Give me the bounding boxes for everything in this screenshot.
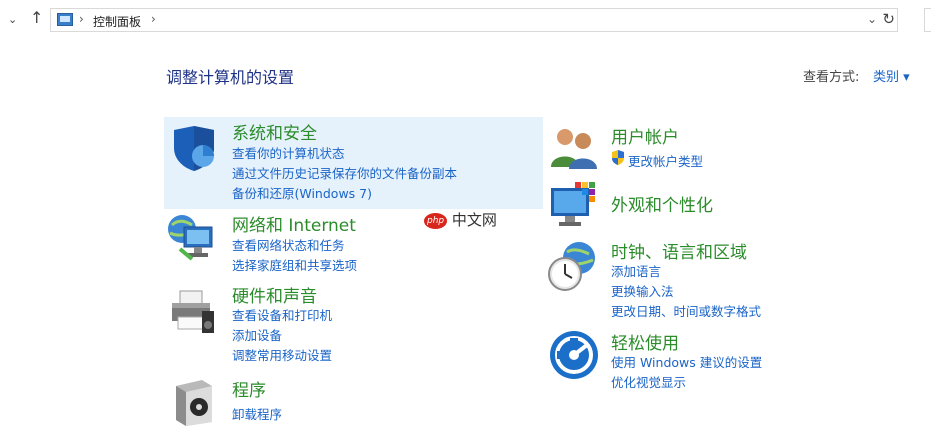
link-mobility-settings[interactable]: 调整常用移动设置 (232, 345, 332, 364)
link-view-computer-status[interactable]: 查看你的计算机状态 (232, 143, 345, 162)
view-by-dropdown[interactable]: 类别 ▾ (873, 66, 910, 85)
view-by-label: 查看方式: (803, 70, 860, 85)
link-backup-restore[interactable]: 备份和还原(Windows 7) (232, 183, 372, 202)
watermark-badge: php (424, 212, 448, 229)
address-bar: ⌄ ↑ › 控制面板 › ⌄ ↻ (0, 0, 931, 40)
user-accounts-icon (549, 125, 599, 173)
link-devices-printers[interactable]: 查看设备和打印机 (232, 305, 332, 324)
link-add-device[interactable]: 添加设备 (232, 325, 282, 344)
link-change-input-method[interactable]: 更换输入法 (611, 281, 674, 300)
link-windows-recommended-settings[interactable]: 使用 Windows 建议的设置 (611, 352, 762, 371)
breadcrumb-separator[interactable]: › (151, 12, 156, 26)
category-user-accounts[interactable]: 用户帐户 (611, 123, 679, 148)
printer-icon (168, 287, 218, 341)
ease-of-access-icon (549, 330, 599, 384)
address-field[interactable]: › 控制面板 › ⌄ ↻ (50, 8, 898, 32)
category-network-internet[interactable]: 网络和 Internet (232, 211, 356, 236)
category-appearance[interactable]: 外观和个性化 (611, 191, 713, 216)
uac-shield-icon (611, 150, 625, 169)
appearance-monitor-icon (549, 180, 601, 234)
page-title: 调整计算机的设置 (166, 68, 295, 87)
search-box[interactable] (924, 8, 931, 32)
address-dropdown-icon[interactable]: ⌄ (867, 12, 877, 26)
programs-box-icon (172, 376, 216, 430)
recent-locations-chevron-icon[interactable]: ⌄ (8, 13, 17, 26)
link-file-history-backup[interactable]: 通过文件历史记录保存你的文件备份副本 (232, 163, 457, 182)
category-clock-language-region[interactable]: 时钟、语言和区域 (611, 238, 747, 263)
category-programs[interactable]: 程序 (232, 376, 266, 401)
category-system-security[interactable]: 系统和安全 (232, 119, 317, 144)
clock-globe-icon (547, 240, 599, 298)
network-globe-icon (166, 211, 218, 267)
watermark-logo: php 中文网 (424, 209, 497, 230)
category-ease-of-access[interactable]: 轻松使用 (611, 329, 679, 354)
breadcrumb-control-panel[interactable]: 控制面板 (93, 13, 141, 30)
shield-icon (170, 124, 218, 176)
link-view-network-status[interactable]: 查看网络状态和任务 (232, 235, 345, 254)
link-uninstall-program[interactable]: 卸载程序 (232, 404, 282, 423)
breadcrumb-separator[interactable]: › (79, 12, 84, 26)
watermark-text: 中文网 (451, 211, 497, 229)
link-change-account-type[interactable]: 更改帐户类型 (628, 151, 703, 170)
category-hardware-sound[interactable]: 硬件和声音 (232, 282, 317, 307)
link-add-language[interactable]: 添加语言 (611, 261, 661, 280)
link-change-date-time-format[interactable]: 更改日期、时间或数字格式 (611, 301, 761, 320)
up-arrow-icon[interactable]: ↑ (30, 8, 43, 27)
refresh-icon[interactable]: ↻ (882, 10, 895, 28)
control-panel-icon (57, 13, 73, 26)
link-homegroup-sharing[interactable]: 选择家庭组和共享选项 (232, 255, 357, 274)
link-optimize-visual-display[interactable]: 优化视觉显示 (611, 372, 686, 391)
